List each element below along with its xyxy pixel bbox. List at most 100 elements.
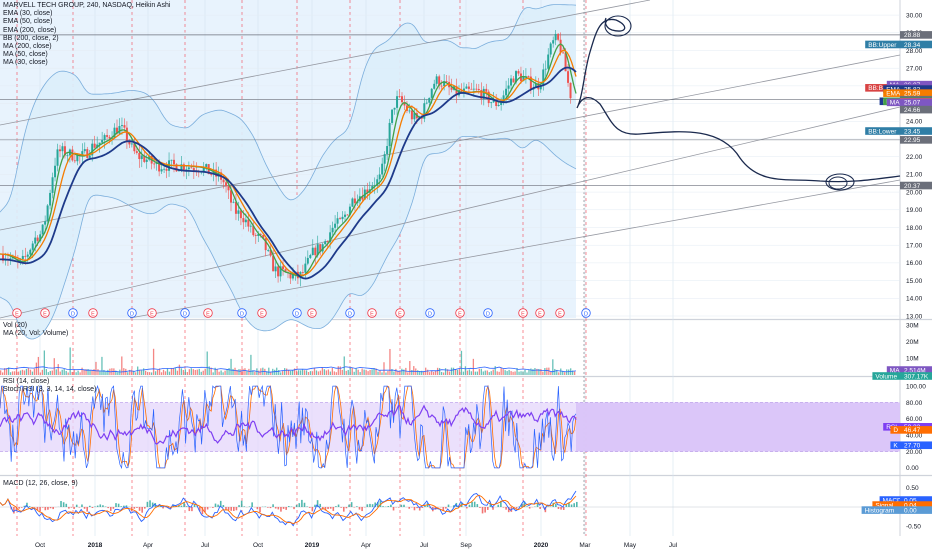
candle[interactable] (210, 174, 213, 175)
candle[interactable] (435, 76, 438, 84)
candle[interactable] (393, 107, 396, 110)
candle[interactable] (311, 247, 314, 256)
candle[interactable] (49, 192, 52, 206)
candle[interactable] (336, 218, 339, 224)
candle[interactable] (388, 122, 391, 147)
candle[interactable] (547, 54, 550, 69)
candle[interactable] (73, 160, 76, 162)
candle[interactable] (567, 71, 570, 83)
legend-macd[interactable]: MACD (12, 26, close, 9) (3, 480, 78, 488)
legend-ma30[interactable]: MA (30, close) (3, 59, 170, 67)
legend-vol[interactable]: Vol (20) (3, 322, 68, 330)
candle[interactable] (391, 109, 394, 123)
candle[interactable] (472, 88, 475, 90)
candle[interactable] (36, 237, 39, 241)
candle[interactable] (562, 52, 565, 54)
candle[interactable] (138, 152, 141, 160)
candle[interactable] (118, 126, 121, 134)
candle[interactable] (31, 243, 34, 250)
candle[interactable] (145, 159, 148, 162)
candle[interactable] (517, 71, 520, 74)
candle[interactable] (123, 125, 126, 128)
candle[interactable] (282, 266, 285, 270)
candle[interactable] (46, 205, 49, 222)
candle[interactable] (173, 159, 175, 165)
candle[interactable] (120, 125, 123, 127)
candle[interactable] (552, 40, 555, 44)
candle[interactable] (165, 168, 168, 171)
candle[interactable] (507, 85, 510, 89)
candle[interactable] (190, 167, 193, 169)
candle[interactable] (34, 237, 37, 244)
candle[interactable] (510, 78, 513, 86)
legend-rsi[interactable]: RSI (14, close) (3, 378, 96, 386)
candle[interactable] (331, 227, 334, 233)
candle[interactable] (527, 76, 530, 78)
candle[interactable] (428, 97, 431, 103)
candle[interactable] (244, 219, 247, 223)
candle[interactable] (83, 149, 86, 152)
candle[interactable] (475, 88, 478, 90)
candle[interactable] (485, 88, 488, 92)
candle[interactable] (324, 241, 327, 245)
candle[interactable] (21, 255, 24, 260)
candle[interactable] (334, 223, 337, 228)
candle[interactable] (237, 210, 240, 214)
candle[interactable] (378, 174, 381, 180)
candle[interactable] (61, 146, 64, 152)
candle[interactable] (242, 218, 245, 223)
candle[interactable] (247, 219, 250, 227)
candle[interactable] (59, 149, 61, 152)
candle[interactable] (408, 110, 411, 112)
candle[interactable] (396, 96, 399, 108)
legend-stoch[interactable]: Stoch RSI (3, 3, 14, 14, close) (3, 386, 96, 394)
candle[interactable] (544, 68, 547, 70)
candle[interactable] (54, 165, 57, 178)
candle[interactable] (163, 168, 166, 170)
candle[interactable] (51, 177, 54, 193)
candle[interactable] (425, 102, 428, 104)
candle[interactable] (192, 168, 195, 171)
candle[interactable] (346, 214, 349, 216)
candle[interactable] (398, 96, 401, 98)
candle[interactable] (26, 254, 29, 257)
candle[interactable] (470, 88, 473, 90)
candle[interactable] (433, 83, 436, 89)
legend-bb[interactable]: BB (200, close, 2) (3, 35, 170, 43)
candle[interactable] (135, 151, 138, 153)
candle[interactable] (93, 143, 96, 148)
candle[interactable] (301, 272, 304, 273)
candle[interactable] (153, 163, 156, 165)
candle[interactable] (88, 155, 91, 158)
candle[interactable] (344, 214, 346, 217)
candle[interactable] (277, 266, 280, 277)
candle[interactable] (304, 263, 307, 273)
candle[interactable] (497, 104, 500, 106)
candle[interactable] (227, 186, 230, 191)
candle[interactable] (274, 266, 277, 272)
candle[interactable] (160, 169, 163, 172)
legend-ema30[interactable]: EMA (30, close) (3, 10, 170, 18)
candle[interactable] (130, 143, 133, 145)
candle[interactable] (401, 96, 403, 103)
candle[interactable] (314, 247, 317, 256)
candle[interactable] (569, 82, 572, 99)
candle[interactable] (106, 135, 109, 137)
chart-canvas[interactable]: EEDEDEDEDEDEDEEDEDEEDE 30.0029.0028.0027… (0, 0, 932, 550)
legend-ma50[interactable]: MA (50, close) (3, 51, 170, 59)
candle[interactable] (557, 33, 560, 40)
candle[interactable] (41, 224, 44, 235)
candle[interactable] (430, 88, 433, 98)
candle[interactable] (549, 43, 552, 55)
candle[interactable] (249, 225, 252, 227)
candle[interactable] (381, 163, 384, 175)
candle[interactable] (559, 39, 562, 53)
candle[interactable] (170, 159, 173, 161)
candle[interactable] (490, 102, 493, 104)
candle[interactable] (445, 81, 448, 82)
candle[interactable] (29, 249, 32, 255)
candle[interactable] (554, 33, 557, 41)
candle[interactable] (353, 198, 356, 204)
candle[interactable] (205, 164, 208, 167)
candle[interactable] (24, 255, 27, 257)
